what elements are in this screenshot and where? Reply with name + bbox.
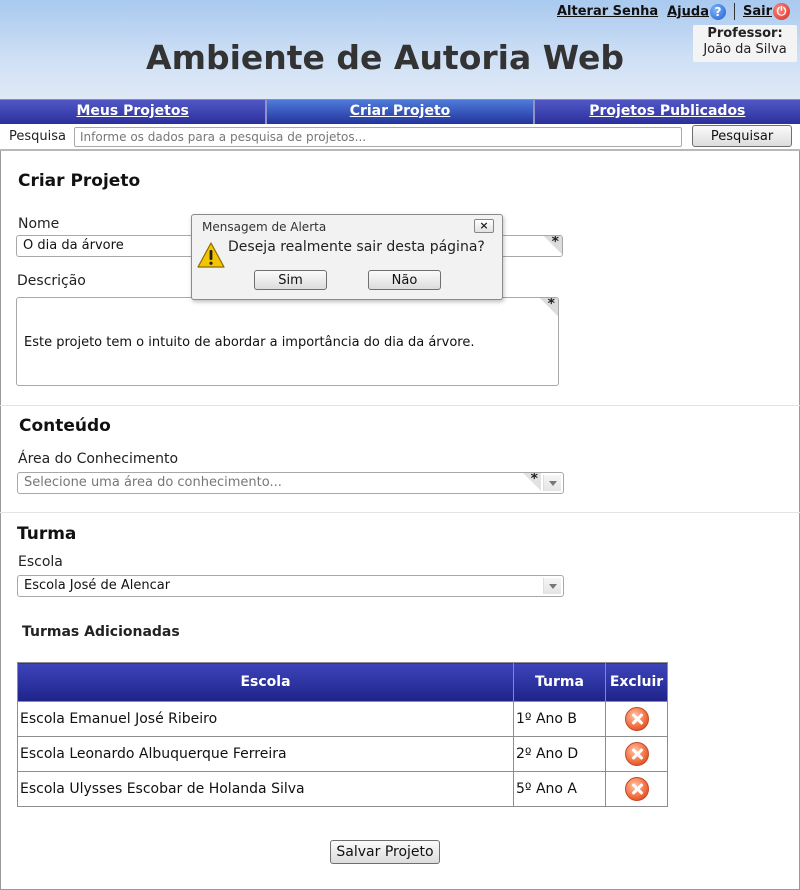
- class-section-title: Turma: [17, 524, 77, 544]
- table-header-row: Escola Turma Excluir: [17, 662, 668, 702]
- column-header-school: Escola: [17, 662, 514, 702]
- professor-label: Professor:: [707, 26, 783, 41]
- search-button[interactable]: Pesquisar: [692, 125, 792, 147]
- logout-link[interactable]: Sair ⏻: [743, 3, 790, 20]
- dialog-title: Mensagem de Alerta: [202, 220, 327, 234]
- dialog-message: Deseja realmente sair desta página?: [228, 239, 485, 255]
- cell-school: Escola Leonardo Albuquerque Ferreira: [17, 736, 514, 772]
- cell-delete: [605, 701, 668, 737]
- name-label: Nome: [18, 216, 60, 232]
- description-label: Descrição: [17, 273, 86, 289]
- area-select[interactable]: Selecione uma área do conhecimento... *: [17, 472, 564, 494]
- alert-dialog: Mensagem de Alerta × Deseja realmente sa…: [191, 214, 503, 300]
- app-title: Ambiente de Autoria Web: [146, 38, 624, 77]
- description-value: Este projeto tem o intuito de abordar a …: [24, 335, 475, 350]
- cell-class: 5º Ano A: [513, 771, 606, 807]
- description-field[interactable]: Este projeto tem o intuito de abordar a …: [16, 297, 559, 386]
- section-divider: [0, 512, 800, 513]
- professor-card: Professor: João da Silva: [693, 25, 797, 62]
- page-title: Criar Projeto: [18, 171, 141, 191]
- professor-name: João da Silva: [703, 42, 787, 57]
- search-input[interactable]: [74, 127, 682, 147]
- name-value: O dia da árvore: [23, 238, 124, 253]
- table-row: Escola Ulysses Escobar de Holanda Silva …: [17, 771, 668, 807]
- school-label: Escola: [18, 554, 63, 570]
- required-asterisk: *: [551, 235, 559, 250]
- tab-my-projects[interactable]: Meus Projetos: [0, 100, 268, 124]
- search-label: Pesquisa: [9, 129, 66, 144]
- cell-class: 2º Ano D: [513, 736, 606, 772]
- required-marker: *: [544, 236, 562, 254]
- required-asterisk: *: [530, 472, 538, 487]
- required-marker: *: [540, 298, 558, 316]
- cell-class: 1º Ano B: [513, 701, 606, 737]
- logout-link-label: Sair: [742, 4, 772, 19]
- save-project-button[interactable]: Salvar Projeto: [330, 840, 440, 864]
- table-row: Escola Emanuel José Ribeiro 1º Ano B: [17, 701, 668, 737]
- section-divider: [0, 405, 800, 406]
- dropdown-arrow-icon[interactable]: [543, 475, 561, 491]
- help-icon: ?: [709, 3, 726, 20]
- power-icon: ⏻: [773, 3, 790, 20]
- divider: [733, 3, 735, 20]
- help-link-label: Ajuda: [667, 4, 709, 19]
- help-link[interactable]: Ajuda?: [667, 3, 726, 20]
- content-section-title: Conteúdo: [19, 416, 111, 436]
- school-select[interactable]: Escola José de Alencar: [17, 575, 564, 597]
- change-password-link[interactable]: Alterar Senha: [557, 4, 658, 19]
- required-asterisk: *: [547, 297, 555, 312]
- column-header-delete: Excluir: [605, 662, 668, 702]
- top-links: Alterar Senha Ajuda? Sair ⏻: [557, 3, 790, 20]
- column-header-class: Turma: [513, 662, 606, 702]
- classes-table: Escola Turma Excluir Escola Emanuel José…: [17, 662, 668, 807]
- delete-icon[interactable]: [624, 742, 649, 766]
- delete-icon[interactable]: [624, 777, 649, 801]
- confirm-yes-button[interactable]: Sim: [254, 270, 327, 290]
- cell-school: Escola Ulysses Escobar de Holanda Silva: [17, 771, 514, 807]
- school-value: Escola José de Alencar: [24, 578, 171, 593]
- cell-delete: [605, 736, 668, 772]
- table-row: Escola Leonardo Albuquerque Ferreira 2º …: [17, 736, 668, 772]
- main-nav: Meus Projetos Criar Projeto Projetos Pub…: [0, 100, 800, 124]
- cell-school: Escola Emanuel José Ribeiro: [17, 701, 514, 737]
- confirm-no-button[interactable]: Não: [368, 270, 441, 290]
- added-classes-title: Turmas Adicionadas: [22, 624, 180, 640]
- tab-published-projects[interactable]: Projetos Publicados: [534, 100, 800, 124]
- dropdown-arrow-icon[interactable]: [543, 578, 561, 594]
- search-bar: Pesquisa Pesquisar: [0, 124, 800, 151]
- area-label: Área do Conhecimento: [18, 451, 179, 467]
- delete-icon[interactable]: [624, 707, 649, 731]
- header: Alterar Senha Ajuda? Sair ⏻ Ambiente de A…: [0, 0, 800, 100]
- warning-icon: [197, 242, 225, 268]
- close-icon[interactable]: ×: [474, 219, 494, 233]
- cell-delete: [605, 771, 668, 807]
- area-placeholder: Selecione uma área do conhecimento...: [24, 475, 282, 490]
- required-marker: *: [523, 473, 541, 491]
- tab-create-project[interactable]: Criar Projeto: [267, 100, 535, 124]
